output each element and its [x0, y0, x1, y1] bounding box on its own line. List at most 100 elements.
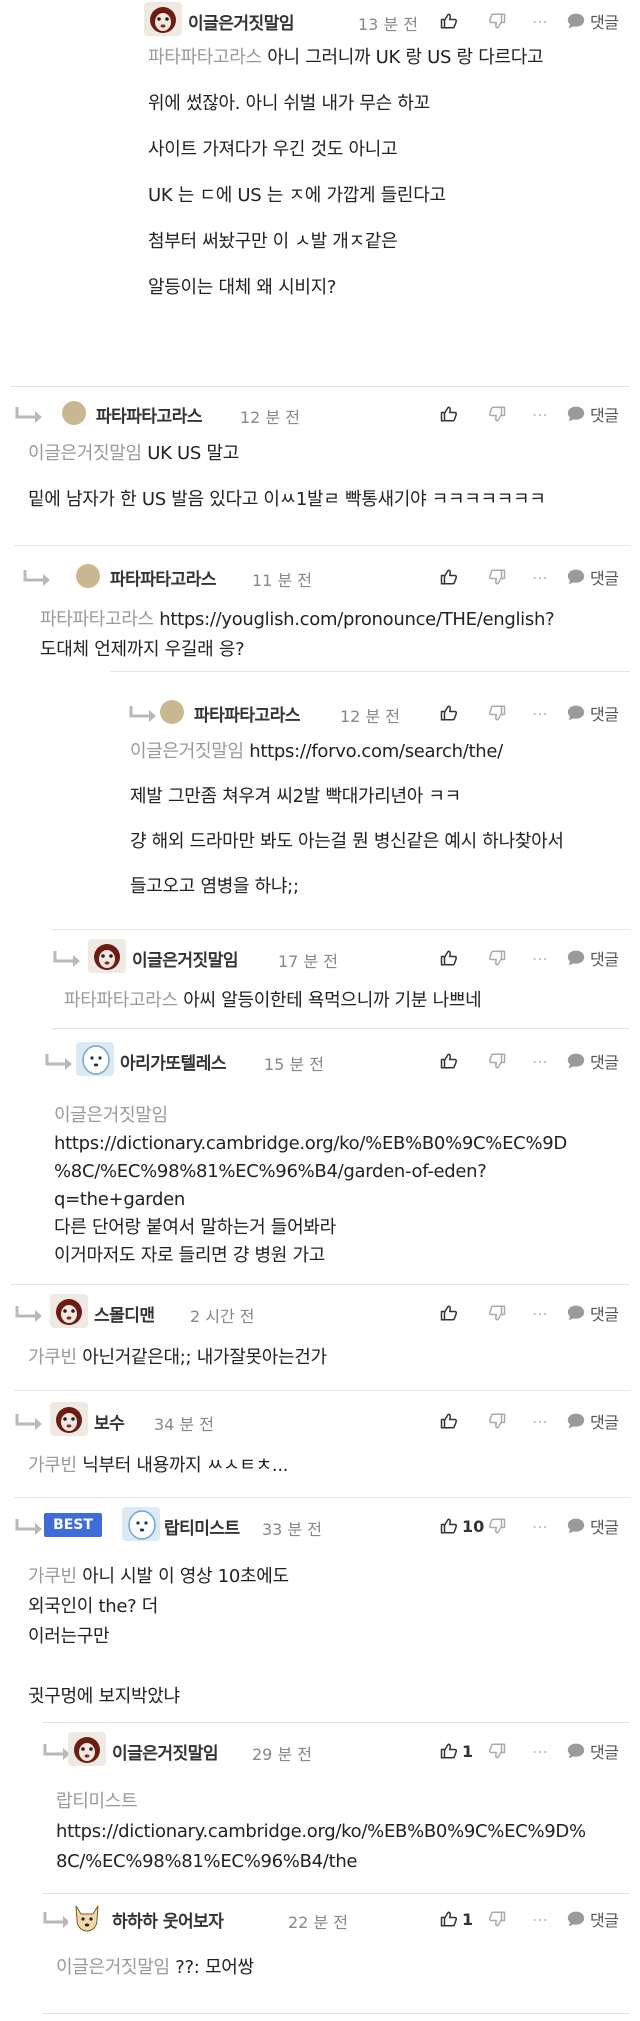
avatar[interactable]: [76, 1042, 114, 1076]
timestamp: 15 분 전: [264, 1055, 324, 1074]
reply-button[interactable]: 댓글: [566, 1409, 619, 1433]
comment-line: [28, 1655, 626, 1685]
thumbs-up-icon: [440, 1304, 458, 1322]
nickname[interactable]: 이글은거짓말임: [112, 1739, 218, 1764]
reply-button[interactable]: 댓글: [566, 565, 619, 589]
nickname[interactable]: 보수: [94, 1409, 125, 1434]
like-button[interactable]: [440, 402, 458, 426]
like-button[interactable]: [440, 565, 458, 589]
comment-line: %8C/%EC%98%81%EC%96%B4/garden-of-eden?: [54, 1160, 626, 1188]
mention-tag[interactable]: 가쿠빈: [28, 1455, 77, 1476]
mention-tag[interactable]: 랍티미스트: [56, 1791, 138, 1812]
dislike-button[interactable]: [488, 1049, 506, 1073]
like-button[interactable]: [440, 1409, 458, 1433]
dislike-button[interactable]: [488, 9, 506, 33]
like-button[interactable]: 1: [440, 1907, 473, 1931]
nickname[interactable]: 파타파타고라스: [96, 402, 202, 427]
comment-line: 들고오고 염병을 하냐;;: [130, 875, 626, 920]
mention-tag[interactable]: 가쿠빈: [28, 1566, 77, 1587]
comment-text: https://youglish.com/pronounce/THE/engli…: [153, 609, 555, 630]
reply-button[interactable]: 댓글: [566, 701, 619, 725]
like-button[interactable]: 1: [440, 1739, 473, 1763]
avatar[interactable]: [50, 1294, 88, 1328]
dislike-button[interactable]: [488, 565, 506, 589]
nickname[interactable]: 랍티미스트: [164, 1514, 240, 1539]
mention-tag[interactable]: 이글은거짓말임: [28, 443, 142, 464]
more-options-button[interactable]: ⋯: [532, 946, 549, 970]
like-button[interactable]: [440, 9, 458, 33]
reply-arrow-icon: [14, 1304, 44, 1324]
mention-tag[interactable]: 이글은거짓말임: [54, 1105, 168, 1126]
nickname[interactable]: 파타파타고라스: [110, 565, 216, 590]
reply-button[interactable]: 댓글: [566, 946, 619, 970]
more-options-button[interactable]: ⋯: [532, 701, 549, 725]
dislike-button[interactable]: [488, 1409, 506, 1433]
mention-tag[interactable]: 이글은거짓말임: [130, 741, 244, 762]
dislike-button[interactable]: [488, 701, 506, 725]
dislike-button[interactable]: [488, 946, 506, 970]
avatar[interactable]: [76, 564, 100, 588]
thumbs-down-icon: [488, 1052, 506, 1070]
dislike-button[interactable]: [488, 402, 506, 426]
divider: [14, 545, 630, 546]
nickname[interactable]: 하하하 웃어보자: [112, 1907, 224, 1932]
comment-actions: ⋯ 댓글: [436, 565, 626, 589]
reply-button[interactable]: 댓글: [566, 1514, 619, 1538]
comment-body: 랍티미스트 https://dictionary.cambridge.org/ko…: [56, 1790, 626, 1880]
avatar[interactable]: [144, 2, 182, 36]
dog-face-icon: [68, 1732, 106, 1766]
avatar[interactable]: [122, 1507, 160, 1541]
reply-button[interactable]: 댓글: [566, 1907, 619, 1931]
avatar[interactable]: [50, 1402, 88, 1436]
nickname[interactable]: 파타파타고라스: [194, 701, 300, 726]
more-options-button[interactable]: ⋯: [532, 1739, 549, 1763]
more-options-button[interactable]: ⋯: [532, 1514, 549, 1538]
nickname[interactable]: 스몰디맨: [94, 1301, 155, 1326]
comment: 이글은거짓말임 13 분 전 ⋯ 댓글 파타파타고라스 아니 그러니까 UK 랑 US …: [138, 0, 640, 386]
avatar[interactable]: [88, 939, 126, 973]
dislike-button[interactable]: [488, 1514, 506, 1538]
comment-text: 아씨 알등이한테 욕먹으니까 기분 나쁘네: [177, 990, 482, 1011]
more-options-button[interactable]: ⋯: [532, 1049, 549, 1073]
avatar[interactable]: [62, 401, 86, 425]
reply-button[interactable]: 댓글: [566, 402, 619, 426]
mention-tag[interactable]: 가쿠빈: [28, 1347, 77, 1368]
reply-arrow-icon: [14, 405, 44, 425]
reply-button[interactable]: 댓글: [566, 1301, 619, 1325]
mention-tag[interactable]: 이글은거짓말임: [56, 1957, 170, 1978]
like-button[interactable]: [440, 1049, 458, 1073]
mention-tag[interactable]: 파타파타고라스: [40, 609, 154, 630]
comment-body: 가쿠빈 아니 시발 이 영상 10초에도 외국인이 the? 더 이러는구만 귓구멍에…: [28, 1565, 626, 1715]
like-button[interactable]: [440, 701, 458, 725]
dislike-button[interactable]: [488, 1301, 506, 1325]
more-options-button[interactable]: ⋯: [532, 9, 549, 33]
avatar[interactable]: [68, 1900, 106, 1934]
nickname[interactable]: 이글은거짓말임: [132, 946, 238, 971]
comment-line: 가쿠빈 아닌거같은대;; 내가잘못아는건가: [28, 1346, 626, 1376]
more-options-button[interactable]: ⋯: [532, 565, 549, 589]
nickname[interactable]: 아리가또텔레스: [120, 1049, 226, 1074]
comment-line: 걍 해외 드라마만 봐도 아는걸 뭔 병신같은 예시 하나찾아서: [130, 830, 626, 875]
mention-tag[interactable]: 파타파타고라스: [148, 47, 262, 68]
comment-actions: ⋯ 댓글: [436, 946, 626, 970]
like-button[interactable]: [440, 946, 458, 970]
avatar[interactable]: [160, 700, 184, 724]
dislike-button[interactable]: [488, 1907, 506, 1931]
more-options-button[interactable]: ⋯: [532, 1907, 549, 1931]
more-options-button[interactable]: ⋯: [532, 1409, 549, 1433]
like-button[interactable]: 10: [440, 1514, 484, 1538]
comment-actions: ⋯ 댓글: [436, 1301, 626, 1325]
reply-button[interactable]: 댓글: [566, 9, 619, 33]
like-button[interactable]: [440, 1301, 458, 1325]
reply-button[interactable]: 댓글: [566, 1049, 619, 1073]
dislike-button[interactable]: [488, 1739, 506, 1763]
mention-tag[interactable]: 파타파타고라스: [64, 990, 178, 1011]
nickname[interactable]: 이글은거짓말임: [188, 9, 294, 34]
avatar[interactable]: [68, 1732, 106, 1766]
divider: [10, 386, 630, 387]
comment-body: 파타파타고라스 아씨 알등이한테 욕먹으니까 기분 나쁘네: [64, 989, 626, 1019]
reply-button[interactable]: 댓글: [566, 1739, 619, 1763]
more-options-button[interactable]: ⋯: [532, 402, 549, 426]
comment-body: 파타파타고라스 아니 그러니까 UK 랑 US 랑 다르다고 위에 썼잖아. 아니…: [148, 46, 626, 322]
more-options-button[interactable]: ⋯: [532, 1301, 549, 1325]
